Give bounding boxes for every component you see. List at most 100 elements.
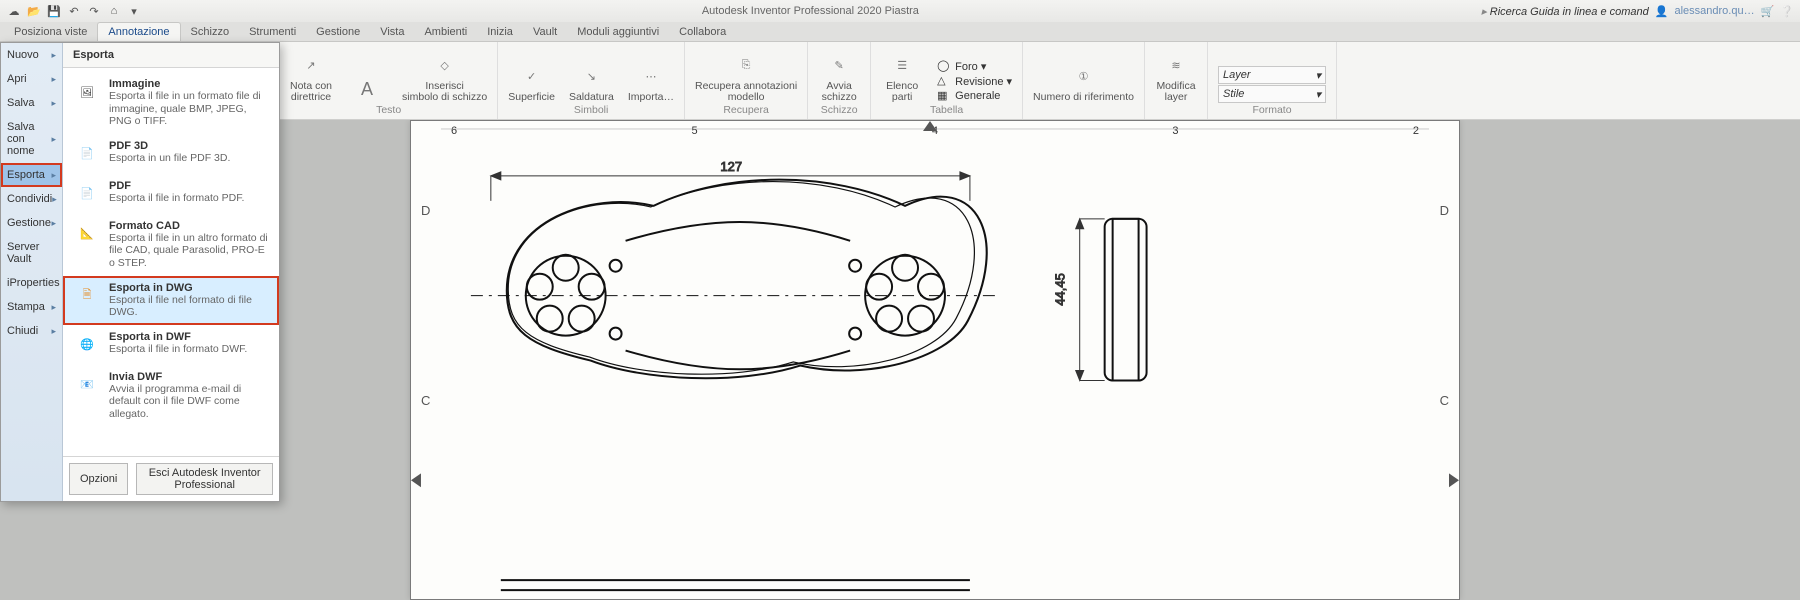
drawing-svg: 127 44,45 [411, 121, 1459, 600]
menu-apri[interactable]: Apri▸ [1, 67, 62, 91]
menu-condividi[interactable]: Condividi▸ [1, 187, 62, 211]
ribbon-group-balloon: ①Numero di riferimento [1023, 42, 1145, 119]
note-icon: ↗ [297, 52, 325, 80]
menu-esporta[interactable]: Esporta▸ [1, 163, 62, 187]
user-name[interactable]: alessandro.qu… [1674, 5, 1754, 17]
start-sketch-button[interactable]: ✎Avviaschizzo [818, 52, 860, 103]
dim-width: 127 [720, 159, 742, 174]
ribbon-group-tabella: ☰Elencoparti ◯Foro ▾ △Revisione ▾ ▦Gener… [871, 42, 1023, 119]
note-button[interactable]: ↗Nota condirettrice [290, 52, 332, 103]
edit-layer-button[interactable]: ≋Modificalayer [1155, 52, 1197, 103]
exit-button[interactable]: Esci Autodesk Inventor Professional [136, 463, 273, 495]
weld-button[interactable]: ↘Saldatura [569, 63, 614, 103]
dwg-icon: 🗎 [73, 282, 101, 310]
symbol-icon: ◇ [431, 52, 459, 80]
tab-annotazione[interactable]: Annotazione [97, 22, 180, 41]
window-title: Autodesk Inventor Professional 2020 Pias… [142, 5, 1479, 17]
parts-list-button[interactable]: ☰Elencoparti [881, 52, 923, 103]
tab-posizionaviste[interactable]: Posiziona viste [4, 23, 97, 41]
export-image[interactable]: 🖼ImmagineEsporta il file in un formato f… [63, 72, 279, 134]
group-label [1082, 104, 1085, 116]
drawing-sheet: 6 5 4 3 2 D C D C [410, 120, 1460, 600]
home-icon[interactable]: ⌂ [106, 3, 122, 19]
import-button[interactable]: ⋯Importa… [628, 63, 674, 103]
balloon-button[interactable]: ①Numero di riferimento [1033, 63, 1134, 103]
chevron-down-icon: ▾ [1315, 69, 1321, 82]
layers-icon: ≋ [1162, 52, 1190, 80]
surface-icon: ✓ [518, 63, 546, 91]
tab-vista[interactable]: Vista [370, 23, 414, 41]
help-search[interactable]: ▸ Ricerca Guida in linea e comand [1479, 5, 1649, 18]
recover-icon: ⎘ [732, 52, 760, 80]
group-label: Schizzo [821, 104, 858, 116]
user-icon[interactable]: 👤 [1655, 5, 1669, 18]
surface-button[interactable]: ✓Superficie [508, 63, 555, 103]
tab-ambienti[interactable]: Ambienti [414, 23, 477, 41]
style-combo[interactable]: Stile▾ [1218, 85, 1326, 103]
menu-gestione[interactable]: Gestione▸ [1, 211, 62, 235]
menu-stampa[interactable]: Stampa▸ [1, 295, 62, 319]
menu-iproperties[interactable]: iProperties [1, 271, 62, 295]
text-button[interactable]: A [346, 75, 388, 103]
more-icon[interactable]: ▾ [126, 3, 142, 19]
menu-server-vault[interactable]: Server Vault [1, 235, 62, 271]
hole-table-button[interactable]: ◯Foro ▾ [937, 59, 1012, 73]
open-icon[interactable]: 📂 [26, 3, 42, 19]
weld-icon: ↘ [577, 63, 605, 91]
export-pdf3d[interactable]: 📄PDF 3DEsporta in un file PDF 3D. [63, 134, 279, 174]
ribbon-group-formato: Layer▾ Stile▾ Formato [1208, 42, 1337, 119]
general-table-button[interactable]: ▦Generale [937, 89, 1012, 103]
help-icon[interactable]: ❔ [1780, 5, 1794, 18]
group-label [1175, 104, 1178, 116]
export-send-dwf[interactable]: 📧Invia DWFAvvia il programma e-mail di d… [63, 365, 279, 427]
group-label: Simboli [574, 104, 608, 116]
options-button[interactable]: Opzioni [69, 463, 128, 495]
image-icon: 🖼 [73, 78, 101, 106]
export-pdf[interactable]: 📄PDFEsporta il file in formato PDF. [63, 174, 279, 214]
ribbon-group-recupera: ⎘Recupera annotazionimodello Recupera [685, 42, 808, 119]
general-icon: ▦ [937, 89, 951, 103]
tab-strumenti[interactable]: Strumenti [239, 23, 306, 41]
ribbon-tabs: Posiziona viste Annotazione Schizzo Stru… [0, 22, 1800, 42]
revision-icon: △ [937, 74, 951, 88]
insert-symbol-button[interactable]: ◇Inseriscisimbolo di schizzo [402, 52, 487, 103]
tab-vault[interactable]: Vault [523, 23, 567, 41]
menu-nuovo[interactable]: Nuovo▸ [1, 43, 62, 67]
title-right: ▸ Ricerca Guida in linea e comand 👤 ales… [1479, 5, 1794, 18]
recover-button[interactable]: ⎘Recupera annotazionimodello [695, 52, 797, 103]
group-label: Recupera [723, 104, 769, 116]
ribbon-group-schizzo: ✎Avviaschizzo Schizzo [808, 42, 871, 119]
menu-salva[interactable]: Salva▸ [1, 91, 62, 115]
tab-gestione[interactable]: Gestione [306, 23, 370, 41]
export-dwf[interactable]: 🌐Esporta in DWFEsporta il file in format… [63, 325, 279, 365]
group-label: Testo [376, 104, 401, 116]
menu-salva-con-nome[interactable]: Salva con nome▸ [1, 115, 62, 163]
cloud-icon[interactable]: ☁ [6, 3, 22, 19]
text-icon: A [353, 75, 381, 103]
hole-icon: ◯ [937, 59, 951, 73]
pdf3d-icon: 📄 [73, 140, 101, 168]
appmenu-left: Nuovo▸ Apri▸ Salva▸ Salva con nome▸ Espo… [1, 43, 63, 501]
appmenu-header: Esporta [63, 43, 279, 68]
dim-height: 44,45 [1053, 273, 1068, 305]
application-menu: Nuovo▸ Apri▸ Salva▸ Salva con nome▸ Espo… [0, 42, 280, 502]
quick-access-toolbar: ☁ 📂 💾 ↶ ↷ ⌂ ▾ [6, 3, 142, 19]
balloon-icon: ① [1070, 63, 1098, 91]
tab-moduli[interactable]: Moduli aggiuntivi [567, 23, 669, 41]
tab-inizia[interactable]: Inizia [477, 23, 523, 41]
save-icon[interactable]: 💾 [46, 3, 62, 19]
export-dwg[interactable]: 🗎Esporta in DWGEsporta il file nel forma… [63, 276, 279, 325]
cart-icon[interactable]: 🛒 [1761, 5, 1775, 18]
undo-icon[interactable]: ↶ [66, 3, 82, 19]
layer-combo[interactable]: Layer▾ [1218, 66, 1326, 84]
group-label: Tabella [930, 104, 963, 116]
ribbon-group-layer: ≋Modificalayer [1145, 42, 1208, 119]
appmenu-footer: Opzioni Esci Autodesk Inventor Professio… [63, 456, 279, 501]
tab-schizzo[interactable]: Schizzo [181, 23, 240, 41]
tab-collabora[interactable]: Collabora [669, 23, 736, 41]
export-cad[interactable]: 📐Formato CADEsporta il file in un altro … [63, 214, 279, 276]
redo-icon[interactable]: ↷ [86, 3, 102, 19]
revision-table-button[interactable]: △Revisione ▾ [937, 74, 1012, 88]
menu-chiudi[interactable]: Chiudi▸ [1, 319, 62, 343]
import-icon: ⋯ [637, 63, 665, 91]
